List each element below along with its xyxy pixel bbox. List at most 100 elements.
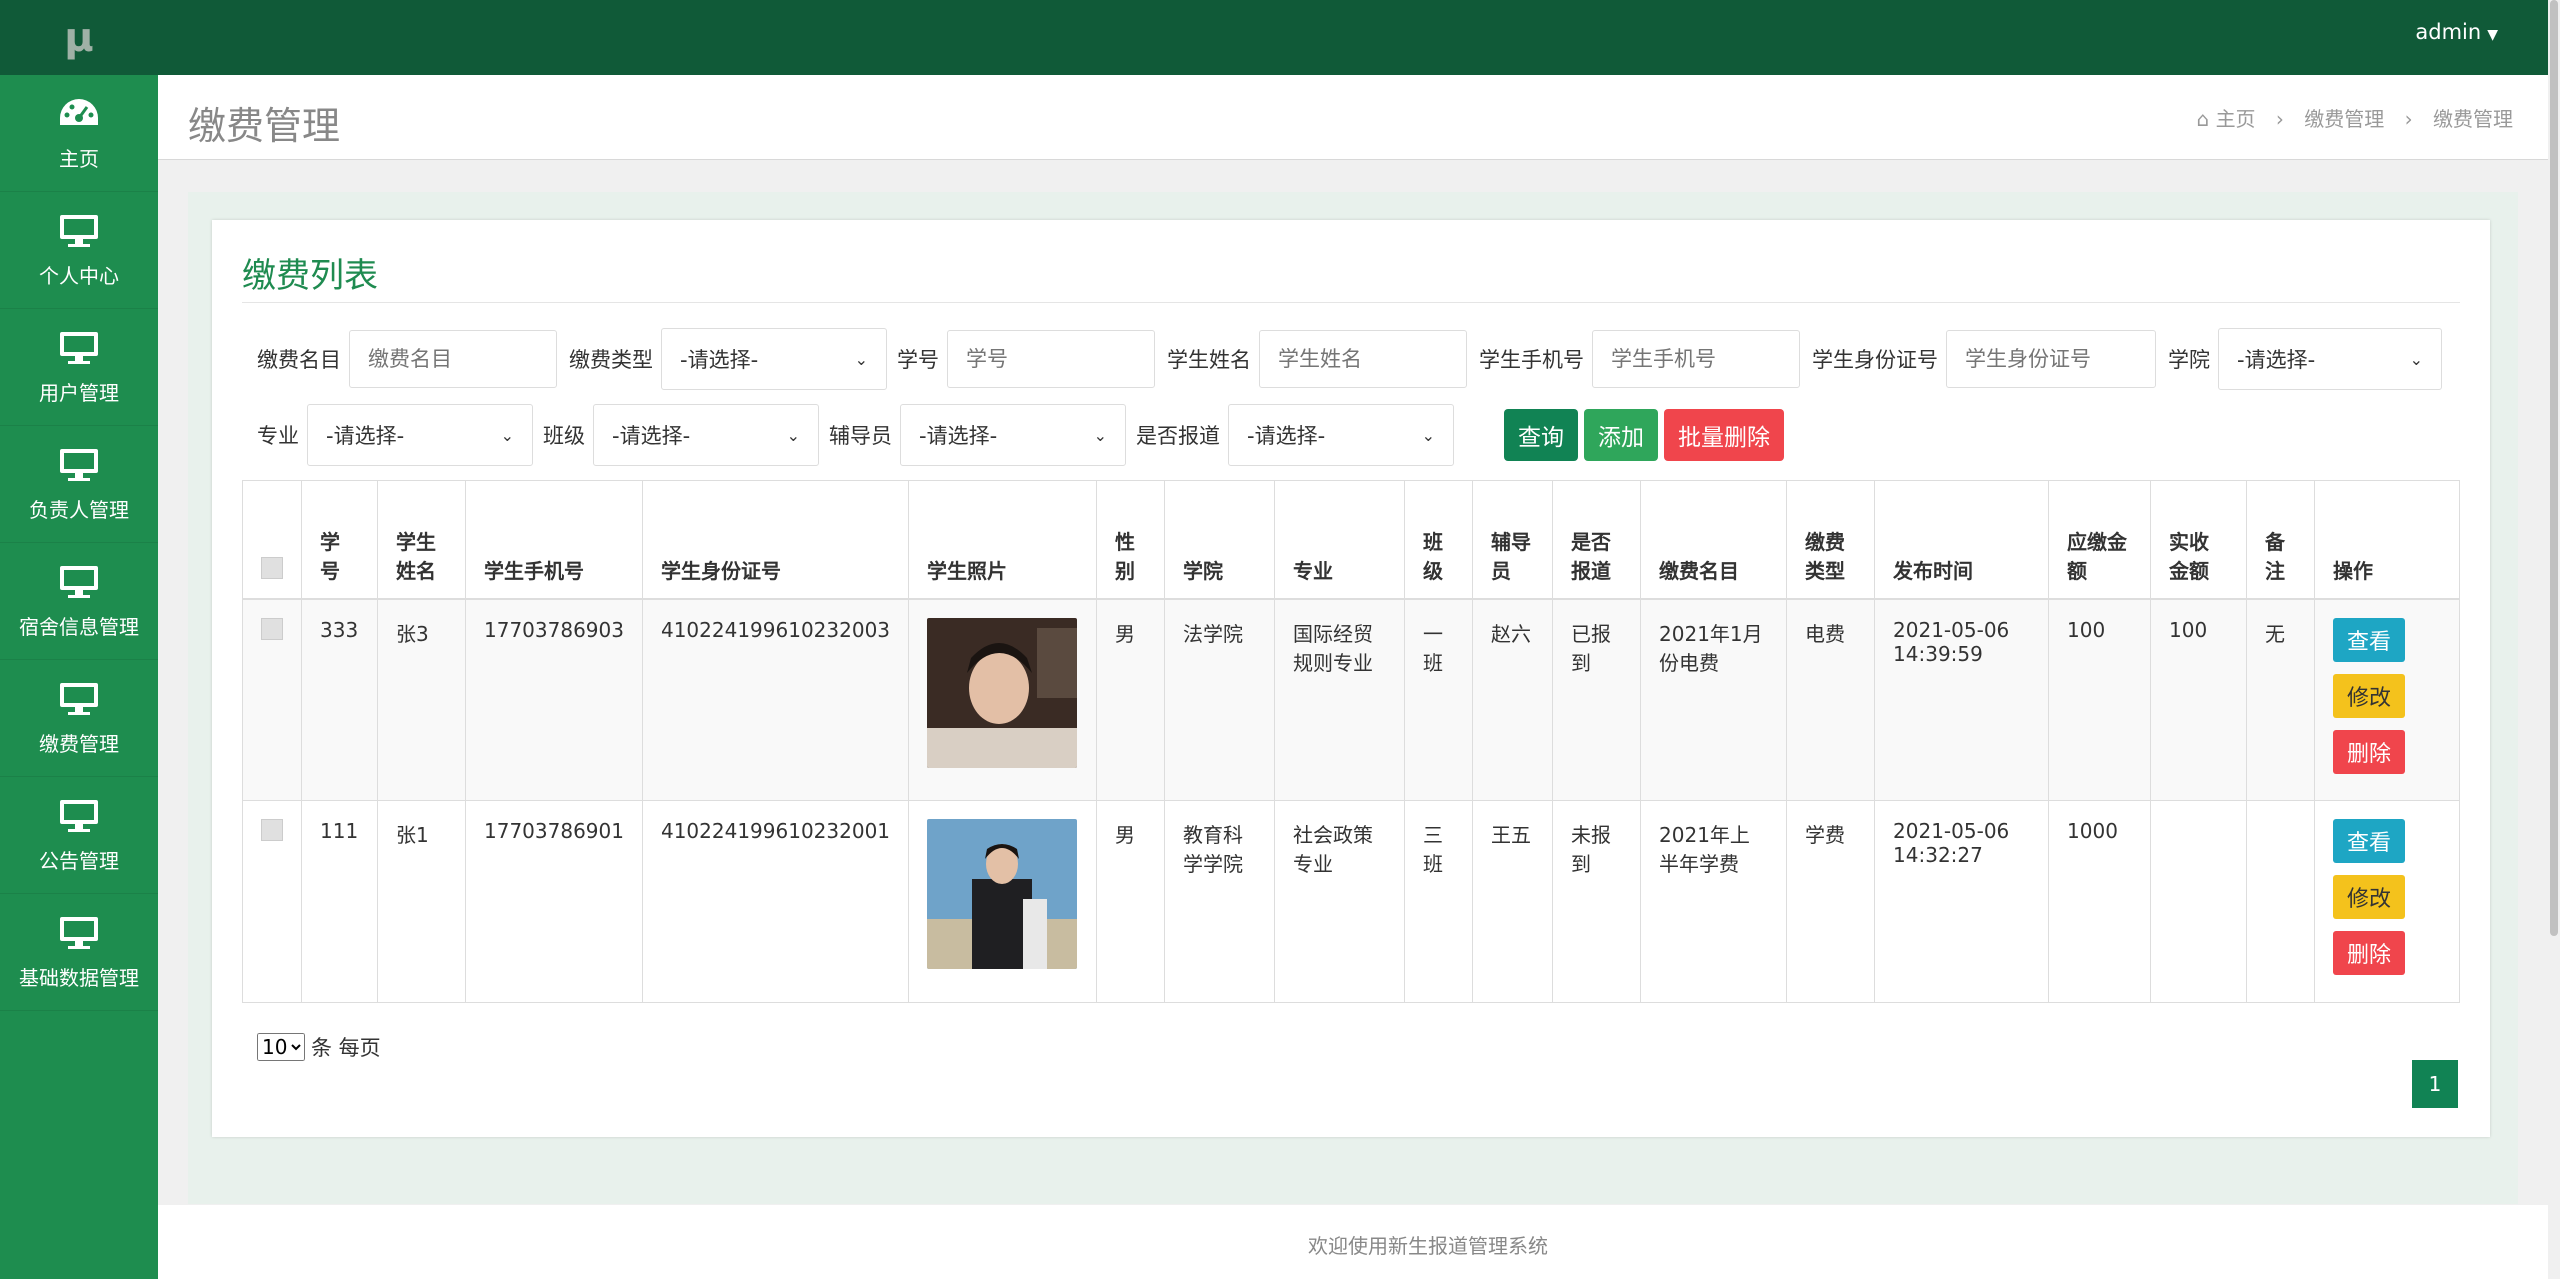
- fee-name-cell: 2021年1月份电费: [1640, 598, 1788, 801]
- id-input[interactable]: [1946, 330, 2156, 388]
- add-button[interactable]: 添加: [1584, 409, 1658, 461]
- college-select[interactable]: -请选择- ⌄: [2218, 328, 2442, 390]
- select-all-checkbox[interactable]: [261, 556, 283, 579]
- footer-text: 欢迎使用新生报道管理系统: [1308, 1234, 1548, 1258]
- sidebar-item-label: 个人中心: [39, 263, 119, 288]
- fee-type-select[interactable]: -请选择- ⌄: [661, 328, 887, 390]
- student-photo: [927, 819, 1078, 969]
- major-cell: 国际经贸规则专业: [1274, 598, 1406, 801]
- counselor-cell: 王五: [1472, 800, 1554, 1003]
- fee-type-label: 缴费类型: [569, 348, 653, 372]
- student-no-input[interactable]: [947, 330, 1155, 388]
- reported-value: -请选择-: [1247, 424, 1326, 448]
- page-number-button[interactable]: 1: [2412, 1060, 2458, 1108]
- caret-down-icon: ▼: [2487, 27, 2498, 43]
- user-name: admin: [2415, 20, 2482, 44]
- gender-cell: 男: [1096, 598, 1166, 801]
- column-header: 班级: [1404, 480, 1474, 600]
- user-menu[interactable]: admin ▼: [2415, 20, 2498, 44]
- column-header: 专业: [1274, 480, 1406, 600]
- payment-table: 学号 学生姓名 学生手机号 学生身份证号 学生照片 性别 学院 专业 班级 辅导…: [242, 480, 2460, 1003]
- monitor-icon: [60, 565, 98, 598]
- column-header: 学生姓名: [377, 480, 466, 600]
- batch-delete-button[interactable]: 批量删除: [1664, 409, 1784, 461]
- sidebar-item-label: 负责人管理: [29, 497, 129, 522]
- column-header: 备注: [2246, 480, 2316, 600]
- fee-name-input[interactable]: [349, 330, 557, 388]
- row-checkbox[interactable]: [261, 617, 283, 640]
- gender-cell: 男: [1096, 800, 1166, 1003]
- counselor-select[interactable]: -请选择- ⌄: [900, 404, 1126, 466]
- sidebar-item-label: 主页: [59, 146, 99, 171]
- row-select-cell: [242, 598, 302, 801]
- breadcrumb-current: 缴费管理: [2433, 107, 2513, 131]
- student-name-input[interactable]: [1259, 330, 1467, 388]
- breadcrumb-section[interactable]: 缴费管理: [2304, 107, 2384, 131]
- reported-cell: 未报到: [1552, 800, 1642, 1003]
- name-cell: 张1: [377, 800, 466, 1003]
- sidebar-item-dormitory[interactable]: 宿舍信息管理: [0, 543, 158, 660]
- sidebar-item-users[interactable]: 用户管理: [0, 309, 158, 426]
- fee-type-cell: 电费: [1786, 598, 1876, 801]
- view-button[interactable]: 查看: [2333, 617, 2406, 662]
- major-label: 专业: [257, 424, 299, 448]
- delete-button[interactable]: 删除: [2333, 931, 2406, 975]
- edit-button[interactable]: 修改: [2333, 875, 2406, 919]
- class-select[interactable]: -请选择- ⌄: [593, 404, 819, 466]
- sidebar-item-home[interactable]: 主页: [0, 75, 158, 192]
- counselor-label: 辅导员: [829, 424, 892, 448]
- row-checkbox[interactable]: [261, 819, 283, 841]
- table-header-row: 学号 学生姓名 学生手机号 学生身份证号 学生照片 性别 学院 专业 班级 辅导…: [242, 480, 2460, 600]
- publish-time-cell: 2021-05-06 14:39:59: [1874, 598, 2050, 801]
- reported-cell: 已报到: [1552, 598, 1642, 801]
- chevron-down-icon: ⌄: [1093, 425, 1107, 445]
- photo-cell: [908, 598, 1098, 801]
- divider: [242, 302, 2460, 303]
- class-value: -请选择-: [612, 424, 691, 448]
- page-title: 缴费管理: [188, 104, 341, 148]
- fee-name-label: 缴费名目: [257, 348, 341, 372]
- sidebar-item-personal-center[interactable]: 个人中心: [0, 192, 158, 309]
- phone-input[interactable]: [1592, 330, 1800, 388]
- page-size-select[interactable]: 10: [257, 1033, 305, 1061]
- breadcrumb-separator: ›: [2275, 107, 2284, 131]
- column-header: 学院: [1164, 480, 1276, 600]
- query-button[interactable]: 查询: [1504, 409, 1578, 461]
- name-cell: 张3: [377, 598, 466, 801]
- id-label: 学生身份证号: [1812, 348, 1938, 372]
- sidebar-item-payments[interactable]: 缴费管理: [0, 660, 158, 777]
- breadcrumb-home[interactable]: 主页: [2216, 107, 2256, 131]
- actions-cell: 查看 修改 删除: [2314, 800, 2460, 1003]
- student-no-cell: 111: [301, 800, 378, 1003]
- column-header: 实收金额: [2150, 480, 2248, 600]
- class-label: 班级: [543, 424, 585, 448]
- counselor-cell: 赵六: [1472, 598, 1554, 801]
- id-cell: 410224199610232001: [641, 800, 910, 1003]
- class-cell: 一班: [1404, 598, 1474, 801]
- select-all-cell: [242, 480, 302, 600]
- major-value: -请选择-: [326, 424, 405, 448]
- payment-list-panel: 缴费列表 缴费名目 缴费类型 -请选择- ⌄ 学号 学生姓名 学生手机号 学生身…: [212, 220, 2490, 1137]
- phone-cell: 17703786903: [465, 598, 643, 801]
- chevron-down-icon: ⌄: [1421, 425, 1435, 445]
- monitor-icon: [60, 331, 98, 364]
- student-photo: [927, 617, 1078, 768]
- due-amount-cell: 1000: [2048, 800, 2152, 1003]
- sidebar-item-managers[interactable]: 负责人管理: [0, 426, 158, 543]
- sidebar-item-announcements[interactable]: 公告管理: [0, 777, 158, 894]
- breadcrumb: ⌂ 主页 › 缴费管理 › 缴费管理: [2197, 103, 2514, 132]
- student-no-cell: 333: [301, 598, 378, 801]
- monitor-icon: [60, 214, 98, 247]
- delete-button[interactable]: 删除: [2333, 729, 2406, 774]
- dashboard-icon: [60, 98, 98, 125]
- sidebar-item-basic-data[interactable]: 基础数据管理: [0, 894, 158, 1011]
- edit-button[interactable]: 修改: [2333, 673, 2406, 718]
- student-no-label: 学号: [897, 348, 939, 372]
- major-select[interactable]: -请选择- ⌄: [307, 404, 533, 466]
- view-button[interactable]: 查看: [2333, 819, 2406, 863]
- scrollbar-thumb[interactable]: [2550, 0, 2558, 936]
- college-cell: 法学院: [1164, 598, 1276, 801]
- vertical-scrollbar[interactable]: [2548, 0, 2560, 1279]
- note-cell: 无: [2246, 598, 2316, 801]
- reported-select[interactable]: -请选择- ⌄: [1228, 404, 1454, 466]
